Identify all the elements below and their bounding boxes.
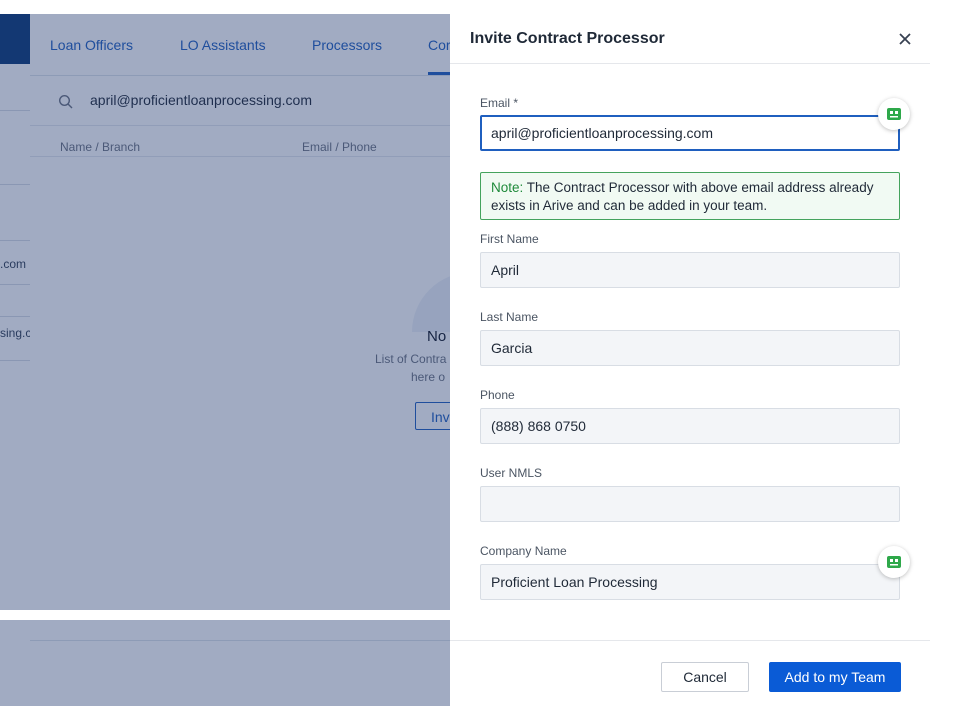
- extension-robot-icon: [887, 556, 901, 568]
- last-name-field[interactable]: [480, 330, 900, 366]
- last-name-label: Last Name: [480, 310, 539, 324]
- user-nmls-field[interactable]: [480, 486, 900, 522]
- password-manager-badge[interactable]: [878, 546, 910, 578]
- invite-contract-processor-modal: Invite Contract Processor Email * Note: …: [450, 14, 930, 706]
- company-name-field[interactable]: [480, 564, 900, 600]
- top-strip: [0, 0, 956, 14]
- modal-footer: Cancel Add to my Team: [450, 640, 930, 706]
- email-field[interactable]: [480, 115, 900, 151]
- first-name-label: First Name: [480, 232, 539, 246]
- phone-field[interactable]: [480, 408, 900, 444]
- cancel-button[interactable]: Cancel: [661, 662, 749, 692]
- first-name-field[interactable]: [480, 252, 900, 288]
- phone-label: Phone: [480, 388, 515, 402]
- add-to-team-button[interactable]: Add to my Team: [769, 662, 901, 692]
- modal-title: Invite Contract Processor: [470, 30, 665, 47]
- extension-robot-icon: [887, 108, 901, 120]
- modal-header: Invite Contract Processor: [450, 14, 930, 64]
- note-text: The Contract Processor with above email …: [491, 180, 874, 213]
- user-nmls-label: User NMLS: [480, 466, 543, 480]
- password-manager-badge[interactable]: [878, 98, 910, 130]
- right-edge: [930, 0, 956, 706]
- close-button[interactable]: [894, 28, 916, 50]
- close-icon: [899, 33, 911, 45]
- note-label: Note:: [491, 180, 524, 195]
- company-name-label: Company Name: [480, 544, 567, 558]
- email-label: Email *: [480, 96, 519, 110]
- existing-user-note: Note: The Contract Processor with above …: [480, 172, 900, 220]
